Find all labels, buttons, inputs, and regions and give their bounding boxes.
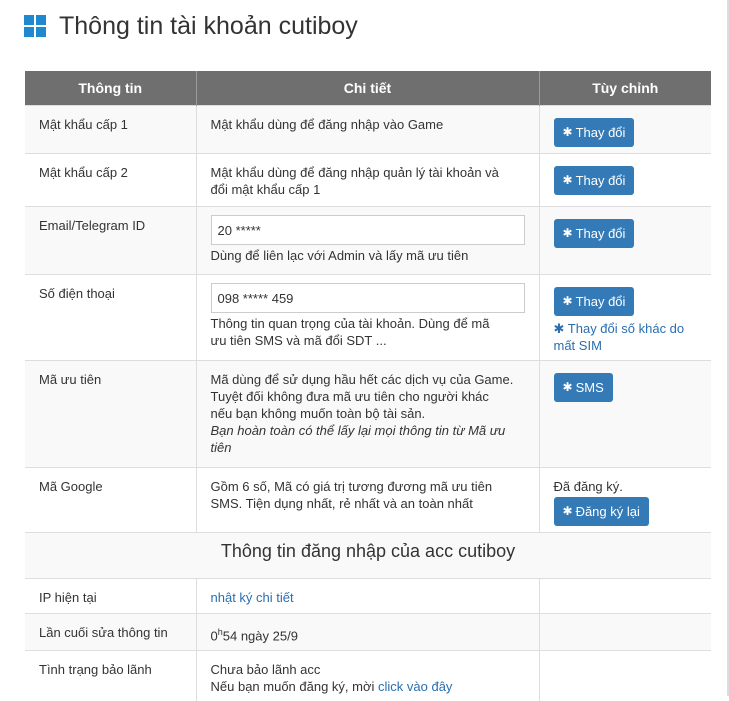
table-header-row: Thông tin Chi tiết Tùy chỉnh xyxy=(25,71,711,106)
table-row-priority-code: Mã ưu tiên Mã dùng để sử dụng hầu hết cá… xyxy=(25,360,711,468)
table-row-phone: Số điện thoại 098 ***** 459 Thông tin qu… xyxy=(25,274,711,361)
change-email-button[interactable]: ✱ Thay đổi xyxy=(553,219,635,248)
row-label: Mã ưu tiên xyxy=(25,360,196,468)
email-field[interactable]: 20 ***** xyxy=(210,215,525,245)
row-detail: 0h54 ngày 25/9 xyxy=(195,612,539,651)
table-row-last-edit: Lần cuối sửa thông tin 0h54 ngày 25/9 xyxy=(25,612,711,651)
page-header: Thông tin tài khoản cutiboy xyxy=(24,10,358,42)
row-label: Tình trạng bảo lãnh xyxy=(25,650,196,701)
gear-icon: ✱ xyxy=(562,125,573,139)
gear-icon: ✱ xyxy=(562,173,573,187)
gear-icon: ✱ xyxy=(562,226,573,240)
status-text: Đã đăng ký. xyxy=(553,479,623,494)
change-lost-sim-link[interactable]: ✱ Thay đổi số khác do mất SIM xyxy=(554,320,698,354)
table-row-current-ip: IP hiện tại nhật ký chi tiết xyxy=(25,578,711,614)
register-guarantee-link[interactable]: click vào đây xyxy=(378,679,452,694)
gear-icon: ✱ xyxy=(562,294,573,308)
row-label: IP hiện tại xyxy=(25,578,196,614)
windows-icon xyxy=(24,15,46,37)
reregister-button[interactable]: ✱ Đăng ký lại xyxy=(553,497,649,526)
row-detail: Chưa bảo lãnh acc Nếu bạn muốn đăng ký, … xyxy=(195,650,539,701)
sms-button[interactable]: ✱ SMS xyxy=(553,373,613,402)
phone-field[interactable]: 098 ***** 459 xyxy=(210,283,525,313)
change-phone-button[interactable]: ✱ Thay đổi xyxy=(553,287,635,316)
table-row-password1: Mật khẩu cấp 1 Mật khẩu dùng để đăng nhậ… xyxy=(25,105,711,154)
account-info-table: Thông tin Chi tiết Tùy chỉnh Mật khẩu cấ… xyxy=(25,71,711,701)
row-label: Mã Google xyxy=(25,467,196,533)
row-detail: Thông tin quan trọng của tài khoản. Dùng… xyxy=(210,316,490,348)
table-row-password2: Mật khẩu cấp 2 Mật khẩu dùng để đăng nhậ… xyxy=(25,153,711,207)
row-detail: Mật khẩu dùng để đăng nhập vào Game xyxy=(195,105,539,154)
change-password1-button[interactable]: ✱ Thay đổi xyxy=(553,118,635,147)
login-section-header: Thông tin đăng nhập của acc cutiboy xyxy=(25,532,711,579)
row-label: Mật khẩu cấp 2 xyxy=(25,153,196,207)
page-title: Thông tin tài khoản cutiboy xyxy=(59,11,358,40)
column-header-action: Tùy chỉnh xyxy=(538,71,711,106)
detailed-log-link[interactable]: nhật ký chi tiết xyxy=(211,590,294,605)
row-detail: Mã dùng để sử dụng hầu hết các dịch vụ c… xyxy=(195,360,539,468)
change-password2-button[interactable]: ✱ Thay đổi xyxy=(553,166,635,195)
column-header-detail: Chi tiết xyxy=(195,71,539,106)
table-row-google-code: Mã Google Gồm 6 số, Mã có giá trị tương … xyxy=(25,467,711,533)
gear-icon: ✱ xyxy=(562,380,573,394)
table-row-guarantee: Tình trạng bảo lãnh Chưa bảo lãnh acc Nế… xyxy=(25,650,711,701)
row-detail: Dùng để liên lạc với Admin và lấy mã ưu … xyxy=(210,248,469,263)
table-row-email: Email/Telegram ID 20 ***** Dùng để liên … xyxy=(25,206,711,275)
row-label: Email/Telegram ID xyxy=(25,206,196,275)
row-label: Lần cuối sửa thông tin xyxy=(25,612,196,651)
gear-icon: ✱ xyxy=(562,504,573,518)
row-detail: Mật khẩu dùng để đăng nhập quản lý tài k… xyxy=(195,153,539,207)
column-header-info: Thông tin xyxy=(25,71,196,106)
section-title: Thông tin đăng nhập của acc cutiboy xyxy=(25,532,711,579)
gear-icon: ✱ xyxy=(553,321,565,336)
row-label: Số điện thoại xyxy=(25,274,196,361)
row-label: Mật khẩu cấp 1 xyxy=(25,105,196,154)
row-detail: Gồm 6 số, Mã có giá trị tương đương mã ư… xyxy=(195,467,539,533)
